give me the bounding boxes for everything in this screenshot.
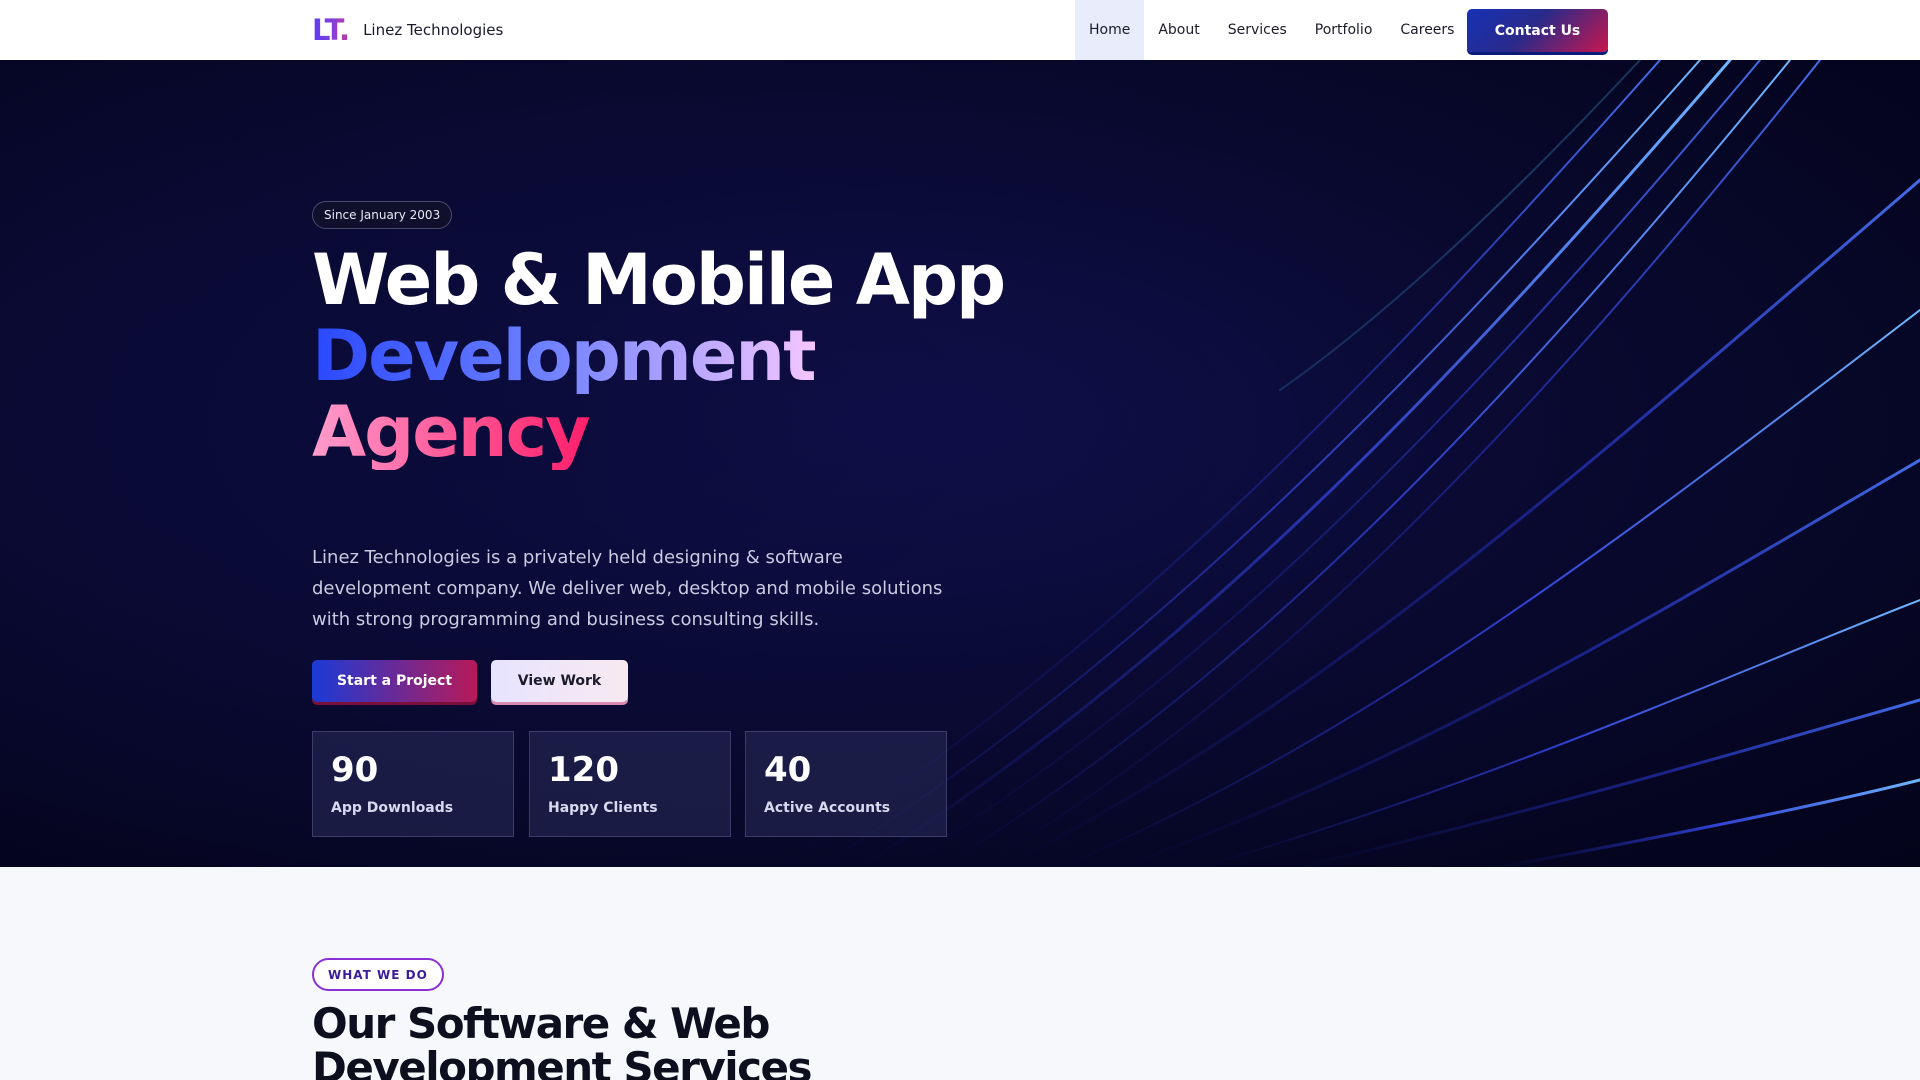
stat-value: 40: [764, 750, 812, 790]
services-section: WHAT WE DO Our Software & Web Developmen…: [0, 867, 1920, 1080]
view-work-button[interactable]: View Work: [491, 660, 628, 702]
stat-label: App Downloads: [331, 800, 454, 816]
stat-value: 120: [548, 750, 619, 790]
start-project-button[interactable]: Start a Project: [312, 660, 477, 702]
hero-description: Linez Technologies is a privately held d…: [312, 547, 943, 630]
hero-title-line-1: Web & Mobile App: [312, 239, 1006, 321]
brand[interactable]: LT. Linez Technologies: [312, 0, 503, 60]
hero-title-line-3: Agency: [312, 391, 591, 473]
nav-portfolio[interactable]: Portfolio: [1301, 0, 1387, 60]
hero-section: Since January 2003 Web & Mobile App Deve…: [0, 60, 1920, 867]
nav-about[interactable]: About: [1144, 0, 1213, 60]
stat-value: 90: [331, 750, 379, 790]
contact-us-button[interactable]: Contact Us: [1467, 9, 1608, 52]
nav-services[interactable]: Services: [1214, 0, 1301, 60]
brand-logo[interactable]: LT.: [312, 13, 350, 47]
stat-card-accounts: 40 Active Accounts: [745, 731, 947, 837]
stat-card-clients: 120 Happy Clients: [529, 731, 731, 837]
hero-background-lines: [0, 60, 1920, 867]
main-nav: Home About Services Portfolio Careers: [1075, 0, 1468, 60]
stat-label: Active Accounts: [764, 800, 891, 816]
since-badge: Since January 2003: [312, 201, 453, 229]
nav-careers[interactable]: Careers: [1386, 0, 1468, 60]
site-header: LT. Linez Technologies Home About Servic…: [0, 0, 1920, 60]
brand-name[interactable]: Linez Technologies: [363, 21, 503, 39]
services-title: Our Software & Web Development Services: [312, 999, 812, 1080]
stat-label: Happy Clients: [548, 800, 658, 816]
nav-home[interactable]: Home: [1075, 0, 1145, 60]
hero-title-line-2: Development: [312, 315, 817, 397]
stat-card-downloads: 90 App Downloads: [312, 731, 514, 837]
section-eyebrow-badge: WHAT WE DO: [312, 958, 444, 991]
